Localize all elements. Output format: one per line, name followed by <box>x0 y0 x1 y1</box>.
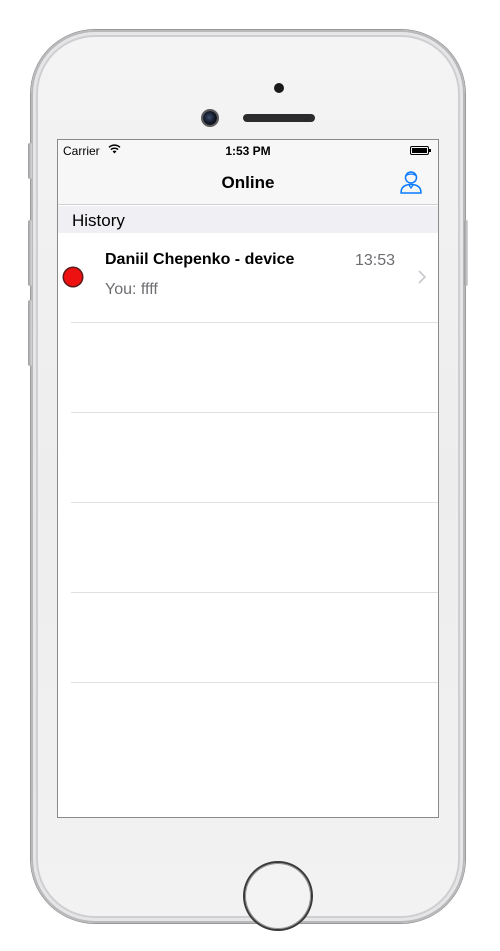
profile-icon[interactable] <box>398 169 424 195</box>
empty-row <box>71 503 438 593</box>
chat-preview: You: ffff <box>105 281 158 298</box>
screen: Carrier 1:53 PM Online History Daniil Ch… <box>57 139 439 818</box>
status-bar: Carrier 1:53 PM <box>58 140 438 160</box>
navigation-bar: Online <box>58 160 438 205</box>
proximity-sensor <box>274 83 284 93</box>
stage: Carrier 1:53 PM Online History Daniil Ch… <box>0 0 500 951</box>
status-dot <box>64 268 82 286</box>
page-title: Online <box>221 173 275 192</box>
volume-down-button <box>28 300 32 366</box>
battery-icon <box>410 146 432 155</box>
section-title: History <box>72 211 125 230</box>
empty-row <box>71 323 438 413</box>
chat-row[interactable]: Daniil Chepenko - device 13:53 You: ffff <box>64 233 438 323</box>
empty-row <box>71 593 438 683</box>
chevron-right-icon <box>418 270 426 284</box>
front-camera <box>203 111 217 125</box>
power-button <box>464 220 468 286</box>
chat-time: 13:53 <box>354 252 395 269</box>
empty-row <box>71 413 438 503</box>
chat-name: Daniil Chepenko - device <box>105 251 295 268</box>
home-button[interactable] <box>245 863 311 929</box>
volume-up-button <box>28 220 32 286</box>
earpiece-speaker <box>243 114 315 122</box>
chat-list: Daniil Chepenko - device 13:53 You: ffff <box>58 233 438 683</box>
mute-switch <box>28 143 32 179</box>
section-header: History <box>58 206 438 233</box>
status-time: 1:53 PM <box>225 144 271 158</box>
